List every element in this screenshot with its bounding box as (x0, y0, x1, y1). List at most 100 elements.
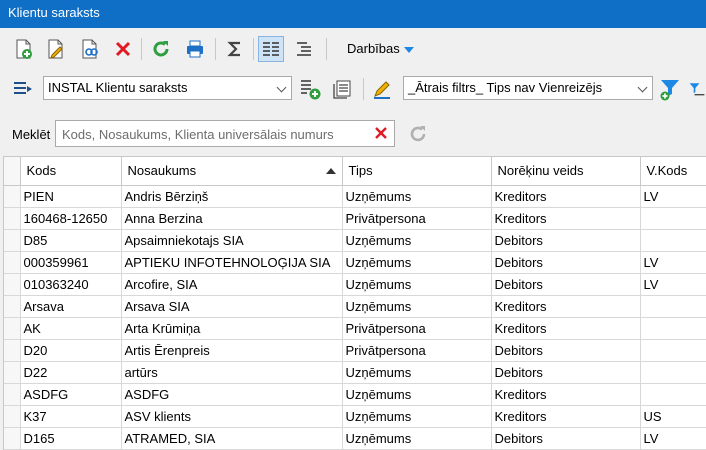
actions-menu-button[interactable]: Darbības (347, 41, 414, 56)
cell-norekinu-veids[interactable]: Debitors (491, 361, 641, 384)
column-header-tips[interactable]: Tips (342, 157, 492, 186)
print-button[interactable] (182, 36, 208, 62)
cell-v-kods[interactable]: LV (640, 427, 706, 450)
cell-tips[interactable]: Uzņēmums (342, 405, 492, 428)
row-selector[interactable] (4, 273, 21, 296)
cell-kods[interactable]: AK (20, 317, 122, 340)
row-selector[interactable] (4, 339, 21, 362)
tree-view-button[interactable] (292, 36, 318, 62)
cell-v-kods[interactable] (640, 361, 706, 384)
cell-tips[interactable]: Uzņēmums (342, 229, 492, 252)
cell-tips[interactable]: Privātpersona (342, 207, 492, 230)
cell-v-kods[interactable] (640, 295, 706, 318)
cell-kods[interactable]: D22 (20, 361, 122, 384)
cell-kods[interactable]: 160468-12650 (20, 207, 122, 230)
row-selector[interactable] (4, 207, 21, 230)
cell-v-kods[interactable] (640, 229, 706, 252)
column-header-v-kods[interactable]: V.Kods (640, 157, 706, 186)
cell-nosaukums[interactable]: ATRAMED, SIA (121, 427, 343, 450)
cell-nosaukums[interactable]: ASV klients (121, 405, 343, 428)
row-selector-header[interactable] (4, 157, 21, 186)
filter-list-button[interactable] (688, 76, 706, 102)
cell-norekinu-veids[interactable]: Debitors (491, 339, 641, 362)
search-refresh-button[interactable] (407, 123, 429, 148)
column-header-nosaukums[interactable]: Nosaukums (121, 157, 343, 186)
cell-nosaukums[interactable]: Andris Bērziņš (121, 185, 343, 208)
cell-kods[interactable]: D85 (20, 229, 122, 252)
table-row[interactable]: K37 ASV klients Uzņēmums Kreditors US (4, 405, 706, 428)
table-row[interactable]: AK Arta Krūmiņa Privātpersona Kreditors (4, 317, 706, 340)
cell-nosaukums[interactable]: artūrs (121, 361, 343, 384)
row-selector[interactable] (4, 383, 21, 406)
add-filter-button[interactable] (657, 76, 683, 102)
row-selector[interactable] (4, 405, 21, 428)
view-record-button[interactable] (76, 36, 102, 62)
cell-kods[interactable]: 010363240 (20, 273, 122, 296)
cell-tips[interactable]: Uzņēmums (342, 273, 492, 296)
cell-v-kods[interactable]: US (640, 405, 706, 428)
refresh-button[interactable] (148, 36, 174, 62)
cell-norekinu-veids[interactable]: Debitors (491, 273, 641, 296)
table-row[interactable]: D165 ATRAMED, SIA Uzņēmums Debitors LV (4, 427, 706, 450)
cell-norekinu-veids[interactable]: Kreditors (491, 295, 641, 318)
list-settings-button[interactable] (10, 76, 36, 102)
cell-v-kods[interactable] (640, 207, 706, 230)
cell-v-kods[interactable]: LV (640, 185, 706, 208)
cell-kods[interactable]: PIEN (20, 185, 122, 208)
cell-nosaukums[interactable]: Arsava SIA (121, 295, 343, 318)
add-list-button[interactable] (298, 76, 324, 102)
cell-norekinu-veids[interactable]: Kreditors (491, 383, 641, 406)
cell-tips[interactable]: Uzņēmums (342, 185, 492, 208)
cell-norekinu-veids[interactable]: Kreditors (491, 207, 641, 230)
row-selector[interactable] (4, 317, 21, 340)
table-row[interactable]: D85 Apsaimniekotajs SIA Uzņēmums Debitors (4, 229, 706, 252)
cell-nosaukums[interactable]: Arta Krūmiņa (121, 317, 343, 340)
cell-norekinu-veids[interactable]: Kreditors (491, 185, 641, 208)
cell-tips[interactable]: Privātpersona (342, 317, 492, 340)
table-row[interactable]: ASDFG ASDFG Uzņēmums Kreditors (4, 383, 706, 406)
table-row[interactable]: 160468-12650 Anna Berzina Privātpersona Kre… (4, 207, 706, 230)
cell-nosaukums[interactable]: Anna Berzina (121, 207, 343, 230)
edit-filter-button[interactable] (369, 76, 395, 102)
cell-norekinu-veids[interactable]: Debitors (491, 427, 641, 450)
clear-search-button[interactable] (374, 126, 388, 143)
cell-v-kods[interactable]: LV (640, 251, 706, 274)
cell-tips[interactable]: Uzņēmums (342, 383, 492, 406)
row-selector[interactable] (4, 185, 21, 208)
cell-v-kods[interactable]: LV (640, 273, 706, 296)
row-selector[interactable] (4, 251, 21, 274)
cell-nosaukums[interactable]: Artis Ērenpreis (121, 339, 343, 362)
new-record-button[interactable] (10, 36, 36, 62)
cell-kods[interactable]: 000359961 (20, 251, 122, 274)
cell-norekinu-veids[interactable]: Debitors (491, 251, 641, 274)
row-selector[interactable] (4, 295, 21, 318)
cell-norekinu-veids[interactable]: Kreditors (491, 317, 641, 340)
cell-nosaukums[interactable]: Arcofire, SIA (121, 273, 343, 296)
cell-v-kods[interactable] (640, 339, 706, 362)
column-header-kods[interactable]: Kods (20, 157, 122, 186)
quick-filter-dropdown[interactable]: _Ātrais filtrs_ Tips nav Vienreizējs (403, 76, 653, 100)
row-selector[interactable] (4, 361, 21, 384)
cell-tips[interactable]: Uzņēmums (342, 427, 492, 450)
delete-record-button[interactable] (110, 36, 136, 62)
table-row[interactable]: 000359961 APTIEKU INFOTEHNOLOĢIJA SIA Uzņē… (4, 251, 706, 274)
cell-norekinu-veids[interactable]: Debitors (491, 229, 641, 252)
cell-tips[interactable]: Uzņēmums (342, 361, 492, 384)
cell-kods[interactable]: D20 (20, 339, 122, 362)
cell-kods[interactable]: K37 (20, 405, 122, 428)
cell-tips[interactable]: Privātpersona (342, 339, 492, 362)
list-selector-dropdown[interactable]: INSTAL Klientu saraksts (43, 76, 292, 100)
list-view-button[interactable] (258, 36, 284, 62)
search-input[interactable] (62, 124, 362, 144)
row-selector[interactable] (4, 427, 21, 450)
cell-nosaukums[interactable]: Apsaimniekotajs SIA (121, 229, 343, 252)
cell-kods[interactable]: Arsava (20, 295, 122, 318)
cell-nosaukums[interactable]: ASDFG (121, 383, 343, 406)
cell-kods[interactable]: ASDFG (20, 383, 122, 406)
cell-v-kods[interactable] (640, 317, 706, 340)
table-row[interactable]: D20 Artis Ērenpreis Privātpersona Debitors (4, 339, 706, 362)
cell-nosaukums[interactable]: APTIEKU INFOTEHNOLOĢIJA SIA (121, 251, 343, 274)
column-header-norekinu-veids[interactable]: Norēķinu veids (491, 157, 641, 186)
edit-record-button[interactable] (42, 36, 68, 62)
table-row[interactable]: PIEN Andris Bērziņš Uzņēmums Kreditors LV (4, 185, 706, 208)
